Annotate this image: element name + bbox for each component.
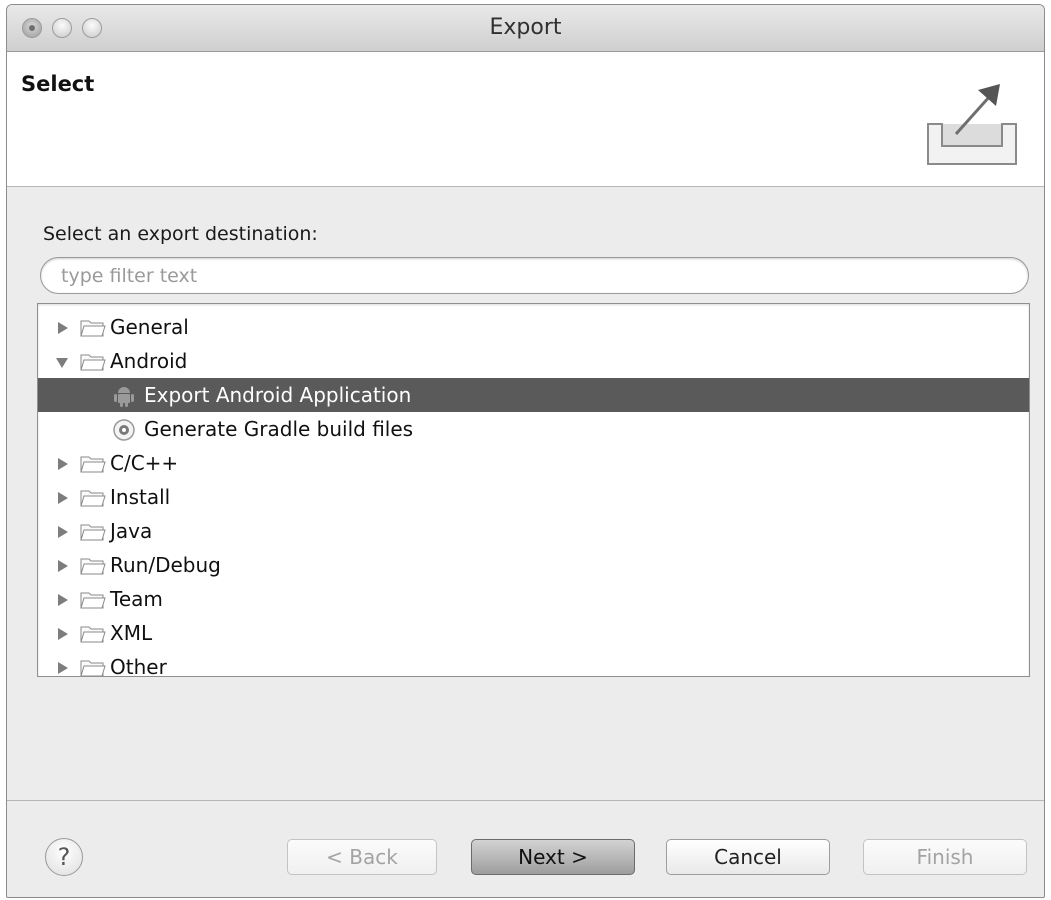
back-button[interactable]: < Back: [287, 839, 437, 875]
expand-arrow-icon[interactable]: [58, 458, 68, 470]
tree-item-team[interactable]: Team: [38, 582, 1029, 616]
tree-item-label: Run/Debug: [110, 553, 221, 577]
tree-item-label: Install: [110, 485, 171, 509]
destination-tree[interactable]: General Android Export Android Applicati…: [37, 303, 1030, 677]
export-dialog: Export Select Select an export destinati…: [6, 4, 1045, 898]
tree-item-label: Export Android Application: [144, 383, 412, 407]
folder-icon: [80, 354, 106, 371]
expand-arrow-icon[interactable]: [58, 628, 68, 640]
tree-item-label: Team: [110, 587, 163, 611]
folder-icon: [80, 626, 106, 643]
collapse-arrow-icon[interactable]: [56, 358, 68, 368]
finish-button[interactable]: Finish: [863, 839, 1027, 875]
tree-item-label: XML: [110, 621, 153, 645]
tree-item-install[interactable]: Install: [38, 480, 1029, 514]
folder-icon: [80, 524, 106, 541]
help-button[interactable]: ?: [45, 838, 83, 876]
folder-icon: [80, 592, 106, 609]
expand-arrow-icon[interactable]: [58, 526, 68, 538]
button-bar-divider: [7, 800, 1044, 801]
tree-item-label: General: [110, 315, 189, 339]
tree-item-c-cpp[interactable]: C/C++: [38, 446, 1029, 480]
folder-icon: [80, 490, 106, 507]
tree-item-label: Java: [110, 519, 153, 543]
tree-item-label: Other: [110, 655, 167, 677]
tree-item-android[interactable]: Android: [38, 344, 1029, 378]
page-title: Select: [21, 72, 95, 96]
folder-icon: [80, 456, 106, 473]
folder-icon: [80, 558, 106, 575]
expand-arrow-icon[interactable]: [58, 560, 68, 572]
tree-item-label: Generate Gradle build files: [144, 417, 414, 441]
tree-item-xml[interactable]: XML: [38, 616, 1029, 650]
tree-item-other[interactable]: Other: [38, 650, 1029, 677]
title-bar: Export: [7, 5, 1044, 52]
tree-item-label: Android: [110, 349, 188, 373]
android-icon: [114, 387, 134, 407]
expand-arrow-icon[interactable]: [58, 322, 68, 334]
expand-arrow-icon[interactable]: [58, 492, 68, 504]
expand-arrow-icon[interactable]: [58, 594, 68, 606]
tree-item-generate-gradle-build-files[interactable]: Generate Gradle build files: [38, 412, 1029, 446]
window-title: Export: [489, 15, 562, 40]
tree-item-java[interactable]: Java: [38, 514, 1029, 548]
wizard-header: Select: [7, 52, 1044, 187]
folder-icon: [80, 660, 106, 676]
tree-item-export-android-application[interactable]: Export Android Application: [38, 378, 1029, 412]
gradle-icon: [113, 419, 135, 441]
tree-item-general[interactable]: General: [38, 310, 1029, 344]
filter-input[interactable]: [40, 257, 1029, 294]
folder-icon: [80, 320, 106, 337]
expand-arrow-icon[interactable]: [58, 662, 68, 674]
export-destination-prompt: Select an export destination:: [43, 223, 318, 245]
next-button[interactable]: Next >: [471, 839, 635, 875]
cancel-button[interactable]: Cancel: [666, 839, 830, 875]
export-icon: [927, 84, 1017, 165]
tree-item-run-debug[interactable]: Run/Debug: [38, 548, 1029, 582]
tree-item-label: C/C++: [110, 451, 179, 475]
